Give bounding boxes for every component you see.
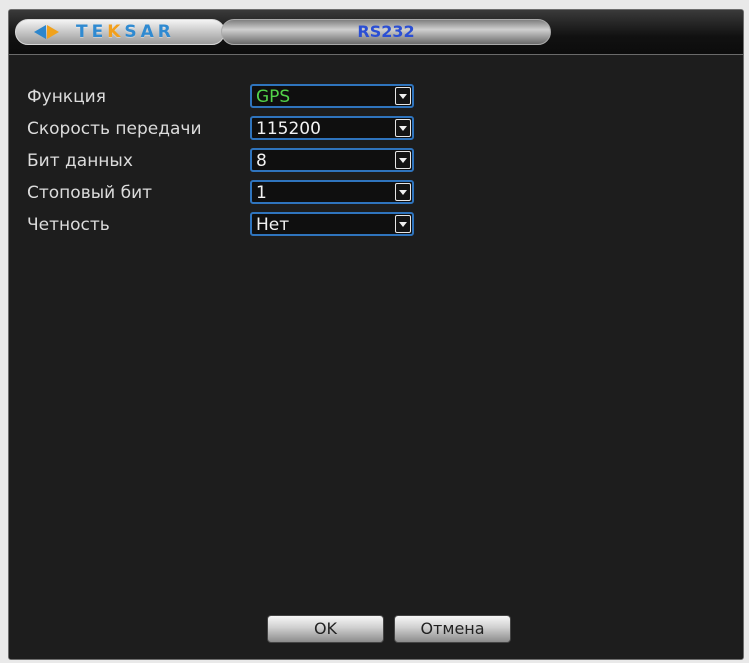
baud-rate-value: 115200 bbox=[256, 119, 321, 139]
window-title: RS232 bbox=[357, 22, 415, 41]
settings-panel: Функция GPS Скорость передачи 115200 Бит… bbox=[9, 55, 743, 659]
teksar-arrows-icon bbox=[34, 24, 68, 40]
brand-text: TEKSAR bbox=[76, 22, 175, 42]
function-label: Функция bbox=[27, 87, 106, 107]
chevron-down-icon[interactable] bbox=[395, 215, 411, 233]
stop-bit-select[interactable]: 1 bbox=[250, 180, 414, 204]
function-select[interactable]: GPS bbox=[250, 84, 414, 108]
chevron-down-icon[interactable] bbox=[395, 119, 411, 137]
parity-value: Нет bbox=[256, 215, 290, 235]
brand-text-main: TE bbox=[76, 22, 108, 42]
window-title-bar: RS232 bbox=[221, 19, 551, 45]
stop-bit-value: 1 bbox=[256, 183, 267, 203]
rs232-dialog: TEKSAR RS232 Функция GPS Скорость переда… bbox=[8, 9, 744, 660]
title-bar: TEKSAR RS232 bbox=[9, 10, 743, 55]
brand-logo: TEKSAR bbox=[15, 19, 225, 45]
chevron-down-icon[interactable] bbox=[395, 183, 411, 201]
chevron-down-icon[interactable] bbox=[395, 151, 411, 169]
brand-text-end: SAR bbox=[124, 22, 175, 42]
chevron-down-icon[interactable] bbox=[395, 87, 411, 105]
baud-rate-label: Скорость передачи bbox=[27, 119, 202, 139]
left-arrow-icon bbox=[34, 25, 46, 39]
data-bits-value: 8 bbox=[256, 151, 267, 171]
stop-bit-label: Стоповый бит bbox=[27, 183, 153, 203]
brand-text-accent: K bbox=[107, 22, 125, 42]
right-arrow-icon bbox=[47, 25, 59, 39]
cancel-button[interactable]: Отмена bbox=[394, 615, 511, 643]
data-bits-select[interactable]: 8 bbox=[250, 148, 414, 172]
parity-label: Четность bbox=[27, 215, 110, 235]
data-bits-label: Бит данных bbox=[27, 151, 133, 171]
ok-button[interactable]: OK bbox=[267, 615, 384, 643]
baud-rate-select[interactable]: 115200 bbox=[250, 116, 414, 140]
function-value: GPS bbox=[256, 87, 291, 107]
parity-select[interactable]: Нет bbox=[250, 212, 414, 236]
